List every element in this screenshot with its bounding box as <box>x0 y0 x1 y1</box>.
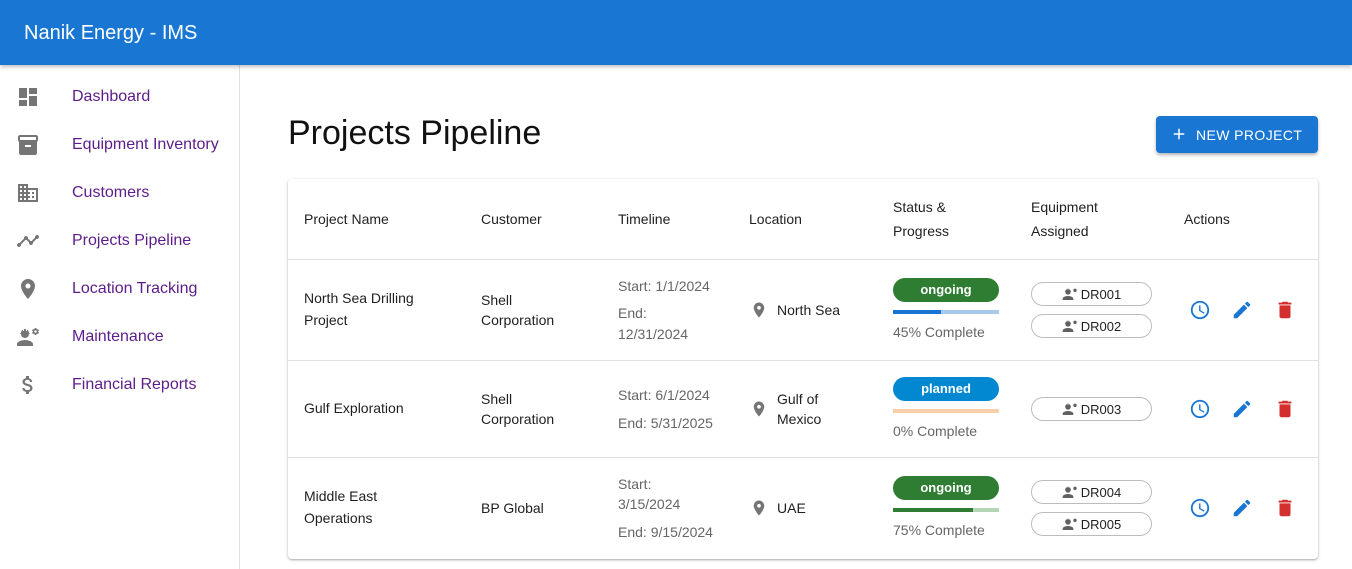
timeline-icon <box>16 229 40 253</box>
project-name: Gulf Exploration <box>304 400 404 416</box>
archive-icon <box>16 133 40 157</box>
progress-bar <box>893 508 999 512</box>
progress-bar <box>893 310 999 314</box>
progress-text: 75% Complete <box>893 522 985 538</box>
progress-text: 0% Complete <box>893 423 978 439</box>
header-timeline: Timeline <box>618 211 671 227</box>
header-location: Location <box>749 211 802 227</box>
timeline-start: Start: 6/1/2024 <box>618 387 710 403</box>
timeline-start: Start: <box>618 476 652 492</box>
header-assigned: Assigned <box>1031 223 1089 239</box>
header-progress: Progress <box>893 223 950 239</box>
edit-icon[interactable] <box>1231 299 1253 321</box>
location-name: UAE <box>777 500 806 516</box>
customer-name-cont: Corporation <box>481 312 555 328</box>
location-pin-icon <box>750 301 768 319</box>
location-name-cont: Mexico <box>777 411 822 427</box>
sidebar-item-label: Customers <box>72 184 150 201</box>
header-equipment: Equipment <box>1031 199 1098 215</box>
timeline-start: Start: 1/1/2024 <box>618 278 710 294</box>
engineering-icon <box>1062 401 1078 417</box>
status-badge: ongoing <box>893 476 999 500</box>
project-name: North Sea Drilling <box>304 290 414 306</box>
customer-name-cont: Corporation <box>481 411 555 427</box>
equipment-chip[interactable]: DR005 <box>1031 512 1152 536</box>
status-badge: planned <box>893 377 999 401</box>
equipment-chip[interactable]: DR004 <box>1031 480 1152 504</box>
equipment-chip[interactable]: DR001 <box>1031 282 1152 306</box>
project-name-cont: Project <box>304 312 348 328</box>
customer-name: BP Global <box>481 500 544 516</box>
header-status: Status & <box>893 199 946 215</box>
sidebar-item-dashboard[interactable]: Dashboard <box>0 73 239 121</box>
equipment-chip[interactable]: DR003 <box>1031 397 1152 421</box>
projects-table: Project Name Customer Timeline Location … <box>288 179 1318 559</box>
location-pin-icon <box>750 400 768 418</box>
equipment-id: DR004 <box>1080 484 1122 500</box>
divider <box>288 259 1318 260</box>
divider <box>288 457 1318 458</box>
sidebar-item-financial-reports[interactable]: Financial Reports <box>0 361 239 409</box>
location-pin-icon <box>16 277 40 301</box>
new-project-label: NEW PROJECT <box>1196 127 1303 143</box>
sidebar-item-customers[interactable]: Customers <box>0 169 239 217</box>
timeline-end: End: <box>618 305 647 321</box>
schedule-icon[interactable] <box>1189 497 1211 519</box>
equipment-id: DR003 <box>1080 401 1122 417</box>
plus-icon <box>1170 125 1188 143</box>
location-pin-icon <box>750 499 768 517</box>
sidebar-item-maintenance[interactable]: Maintenance <box>0 313 239 361</box>
customer-name: Shell <box>481 292 513 308</box>
sidebar: Dashboard Equipment Inventory Customers … <box>0 65 240 569</box>
dashboard-icon <box>16 85 40 109</box>
status-badge: ongoing <box>893 278 999 302</box>
engineering-icon <box>1062 516 1078 532</box>
sidebar-item-label: Equipment Inventory <box>72 136 219 153</box>
timeline-end: End: 5/31/2025 <box>618 415 713 431</box>
header-actions: Actions <box>1184 211 1230 227</box>
sidebar-item-label: Projects Pipeline <box>72 232 192 249</box>
engineering-icon <box>1062 286 1078 302</box>
location-name: North Sea <box>777 302 841 318</box>
engineering-icon <box>16 325 40 349</box>
equipment-id: DR005 <box>1080 516 1122 532</box>
engineering-icon <box>1062 484 1078 500</box>
equipment-chip[interactable]: DR002 <box>1031 314 1152 338</box>
schedule-icon[interactable] <box>1189 299 1211 321</box>
header-project-name: Project Name <box>304 211 389 227</box>
edit-icon[interactable] <box>1231 398 1253 420</box>
sidebar-item-label: Dashboard <box>72 88 151 105</box>
timeline-end-date: 12/31/2024 <box>618 326 689 342</box>
sidebar-item-equipment-inventory[interactable]: Equipment Inventory <box>0 121 239 169</box>
equipment-id: DR001 <box>1080 286 1122 302</box>
project-name: Middle East <box>304 488 378 504</box>
page-title: Projects Pipeline <box>288 114 542 152</box>
delete-icon[interactable] <box>1274 497 1296 519</box>
schedule-icon[interactable] <box>1189 398 1211 420</box>
customer-name: Shell <box>481 391 513 407</box>
timeline-end: End: 9/15/2024 <box>618 524 713 540</box>
new-project-button[interactable]: NEW PROJECT <box>1156 116 1318 153</box>
progress-bar <box>893 409 999 413</box>
timeline-start-date: 3/15/2024 <box>618 496 681 512</box>
sidebar-item-projects-pipeline[interactable]: Projects Pipeline <box>0 217 239 265</box>
business-icon <box>16 181 40 205</box>
engineering-icon <box>1062 318 1078 334</box>
sidebar-item-label: Financial Reports <box>72 376 197 393</box>
app-bar: Nanik Energy - IMS <box>0 0 1352 65</box>
delete-icon[interactable] <box>1274 299 1296 321</box>
project-name-cont: Operations <box>304 510 373 526</box>
progress-text: 45% Complete <box>893 324 985 340</box>
dollar-icon <box>16 373 40 397</box>
app-title: Nanik Energy - IMS <box>24 22 198 44</box>
delete-icon[interactable] <box>1274 398 1296 420</box>
location-name: Gulf of <box>777 391 819 407</box>
sidebar-item-location-tracking[interactable]: Location Tracking <box>0 265 239 313</box>
divider <box>288 360 1318 361</box>
equipment-id: DR002 <box>1080 318 1122 334</box>
header-customer: Customer <box>481 211 542 227</box>
edit-icon[interactable] <box>1231 497 1253 519</box>
sidebar-item-label: Maintenance <box>72 328 164 345</box>
sidebar-item-label: Location Tracking <box>72 280 198 297</box>
